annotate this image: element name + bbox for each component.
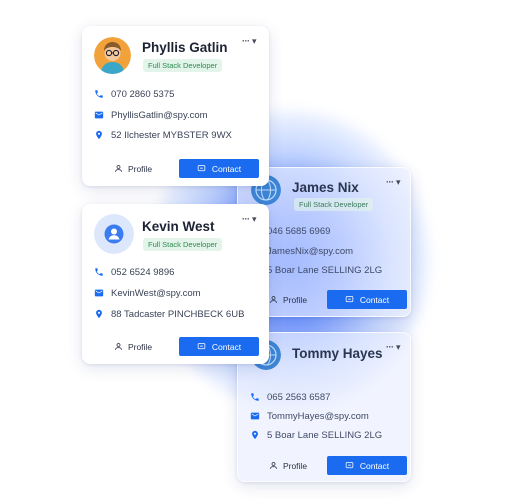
email-row: KevinWest@spy.com [94, 286, 201, 300]
phone-row: 065 2563 6587 [250, 390, 330, 404]
contact-button[interactable]: Contact [327, 290, 407, 309]
email-icon [250, 412, 260, 420]
role-badge: Full Stack Developer [294, 198, 374, 211]
chat-icon [345, 462, 354, 469]
address-text: 88 Tadcaster PINCHBECK 6UB [111, 308, 245, 320]
profile-button-label: Profile [282, 294, 308, 305]
email-text[interactable]: TommyHayes@spy.com [267, 411, 369, 422]
contact-button-label: Contact [211, 341, 242, 352]
caret-down-icon: ▾ [396, 342, 401, 352]
address-text: 5 Boar Lane SELLING 2LG [267, 429, 383, 441]
user-icon [270, 462, 277, 469]
location-pin-icon [252, 430, 258, 440]
email-row: PhyllisGatlin@spy.com [94, 108, 208, 122]
address-text: 52 Ilchester MYBSTER 9WX [111, 129, 232, 141]
contact-name: Phyllis Gatlin [142, 40, 228, 55]
contact-button[interactable]: Contact [327, 456, 407, 475]
phone-text: 070 2860 5375 [111, 88, 175, 100]
profile-button[interactable]: Profile [248, 456, 328, 475]
contact-button-label: Contact [359, 460, 390, 471]
chat-icon [197, 343, 206, 350]
phone-row: 070 2860 5375 [94, 87, 174, 101]
address-row: 88 Tadcaster PINCHBECK 6UB [94, 307, 244, 321]
chat-icon [197, 165, 206, 172]
role-badge: Full Stack Developer [143, 59, 223, 72]
more-dots-icon: ··· [242, 36, 250, 46]
email-icon [94, 289, 104, 297]
more-options-menu[interactable]: ··· ▾ [386, 177, 401, 188]
contact-name: Kevin West [142, 219, 215, 234]
more-options-menu[interactable]: ··· ▾ [242, 36, 257, 47]
profile-button-label: Profile [282, 460, 308, 471]
address-row: 5 Boar Lane SELLING 2LG [250, 263, 382, 277]
location-pin-icon [96, 130, 102, 140]
profile-button-label: Profile [127, 341, 153, 352]
role-badge: Full Stack Developer [143, 238, 223, 251]
caret-down-icon: ▾ [396, 177, 401, 187]
address-row: 5 Boar Lane SELLING 2LG [250, 428, 382, 442]
user-icon [115, 343, 122, 350]
email-text[interactable]: JamesNix@spy.com [267, 246, 353, 257]
phone-text: 046 5685 6969 [267, 225, 331, 237]
email-row: TommyHayes@spy.com [250, 409, 369, 423]
contact-name: Tommy Hayes [292, 346, 383, 361]
caret-down-icon: ▾ [252, 36, 257, 46]
phone-icon [95, 90, 103, 98]
phone-icon [95, 268, 103, 276]
contact-button-label: Contact [211, 163, 242, 174]
address-row: 52 Ilchester MYBSTER 9WX [94, 128, 232, 142]
more-options-menu[interactable]: ··· ▾ [242, 214, 257, 225]
email-text[interactable]: KevinWest@spy.com [111, 288, 201, 299]
phone-text: 065 2563 6587 [267, 391, 331, 403]
contact-name: James Nix [292, 180, 359, 195]
phone-row: 052 6524 9896 [94, 265, 174, 279]
location-pin-icon [96, 309, 102, 319]
phone-icon [251, 393, 259, 401]
more-options-menu[interactable]: ··· ▾ [386, 342, 401, 353]
profile-button[interactable]: Profile [93, 337, 173, 356]
profile-button-label: Profile [127, 163, 153, 174]
more-dots-icon: ··· [242, 214, 250, 224]
more-dots-icon: ··· [386, 342, 394, 352]
phone-text: 052 6524 9896 [111, 266, 175, 278]
user-icon [115, 165, 122, 172]
email-icon [94, 111, 104, 119]
profile-button[interactable]: Profile [93, 159, 173, 178]
contact-button-label: Contact [359, 294, 390, 305]
email-text[interactable]: PhyllisGatlin@spy.com [111, 110, 208, 121]
contact-card-phyllis-gatlin: Phyllis Gatlin Full Stack Developer ··· … [82, 26, 269, 186]
contact-button[interactable]: Contact [179, 337, 259, 356]
contact-button[interactable]: Contact [179, 159, 259, 178]
caret-down-icon: ▾ [252, 214, 257, 224]
more-dots-icon: ··· [386, 177, 394, 187]
address-text: 5 Boar Lane SELLING 2LG [267, 264, 383, 276]
chat-icon [345, 296, 354, 303]
contact-card-kevin-west: Kevin West Full Stack Developer ··· ▾ 05… [82, 204, 269, 364]
user-icon [270, 296, 277, 303]
user-placeholder-avatar [94, 214, 134, 254]
photo-avatar [94, 37, 131, 74]
